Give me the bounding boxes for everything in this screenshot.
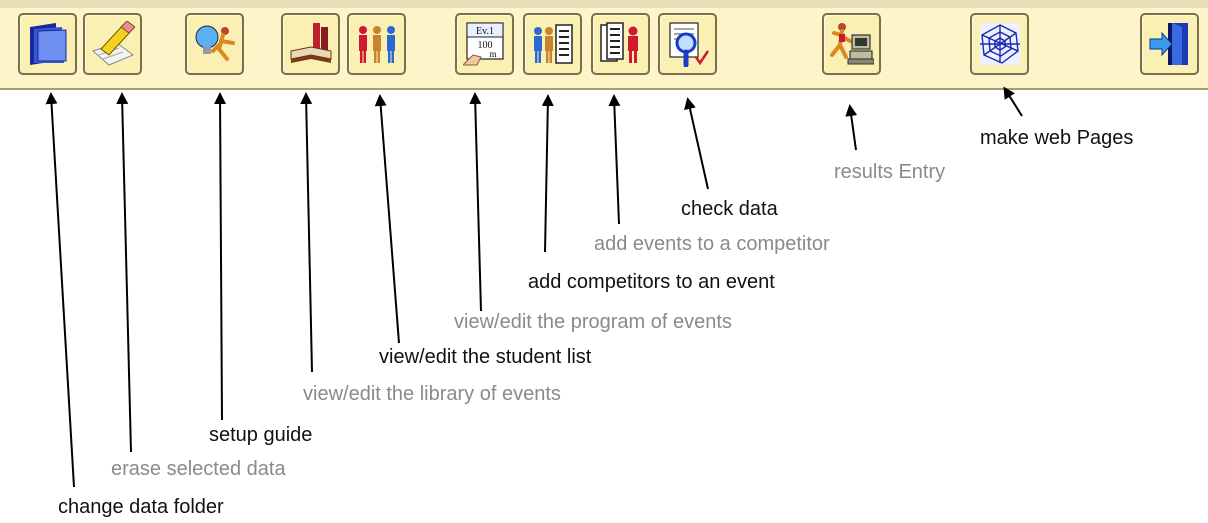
arrow-check-data <box>684 97 709 190</box>
arrow-add-competitors <box>541 94 554 253</box>
arrow-add-events <box>608 94 621 225</box>
arrow-erase-selected-data <box>116 92 132 453</box>
arrow-program-of-events <box>469 92 482 312</box>
arrow-library-of-events <box>300 92 313 373</box>
label-add-competitors-to-event: add competitors to an event <box>528 271 775 293</box>
label-check-data: check data <box>681 198 778 220</box>
arrow-student-list <box>374 94 400 344</box>
label-make-web-pages: make web Pages <box>980 127 1134 149</box>
label-change-data-folder: change data folder <box>58 496 224 518</box>
label-results-entry: results Entry <box>834 161 946 183</box>
arrow-make-web-pages <box>1003 86 1023 117</box>
label-add-events-to-competitor: add events to a competitor <box>594 233 830 255</box>
label-student-list: view/edit the student list <box>379 346 592 368</box>
arrow-change-data-folder <box>45 92 75 488</box>
arrow-results-entry <box>845 104 858 151</box>
label-library-of-events: view/edit the library of events <box>303 383 561 405</box>
label-program-of-events: view/edit the program of events <box>454 311 732 333</box>
callout-arrows <box>45 86 1023 488</box>
label-setup-guide: setup guide <box>209 424 313 446</box>
arrow-setup-guide <box>214 92 227 421</box>
label-erase-selected-data: erase selected data <box>111 458 286 480</box>
